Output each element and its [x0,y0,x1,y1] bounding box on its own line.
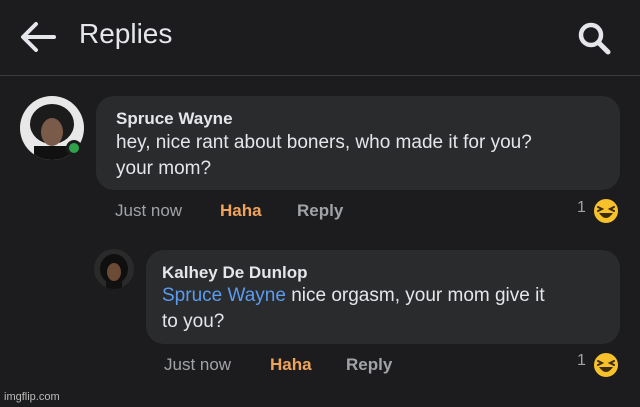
comment-bubble[interactable]: Kalhey De Dunlop Spruce Wayne nice orgas… [146,250,620,344]
search-button[interactable] [574,18,614,58]
comment-author[interactable]: Kalhey De Dunlop [162,263,307,283]
comment-timestamp: Just now [115,201,183,220]
laughing-emoji-icon[interactable] [591,350,621,385]
comment-timestamp: Just now [164,355,232,374]
reaction-count: 1 [577,352,586,369]
page-title: Replies [79,18,173,49]
reply-button[interactable]: Reply [297,201,343,221]
watermark: imgflip.com [4,391,60,403]
comment-text-line: Spruce Wayne nice orgasm, your mom give … [162,283,545,309]
back-arrow-icon [21,22,56,52]
top-bar: Replies [0,0,640,76]
comment-text-line: to you? [162,311,225,332]
mention-link[interactable]: Spruce Wayne [162,285,286,306]
search-icon [578,22,611,55]
comment-text-rest: nice orgasm, your mom give it [285,285,545,306]
back-button[interactable] [18,20,58,54]
online-status-indicator [66,140,82,156]
comment-author[interactable]: Spruce Wayne [116,109,233,129]
haha-reaction-button[interactable]: Haha [220,201,262,221]
reaction-count: 1 [577,199,586,216]
haha-reaction-button[interactable]: Haha [270,355,312,375]
comment-bubble[interactable]: Spruce Wayne hey, nice rant about boners… [96,96,620,190]
avatar[interactable] [94,249,134,289]
laughing-emoji-icon[interactable] [591,196,621,231]
reply-button[interactable]: Reply [346,355,392,375]
comment-text-line: hey, nice rant about boners, who made it… [116,132,532,153]
comment-text-line: your mom? [116,158,212,179]
